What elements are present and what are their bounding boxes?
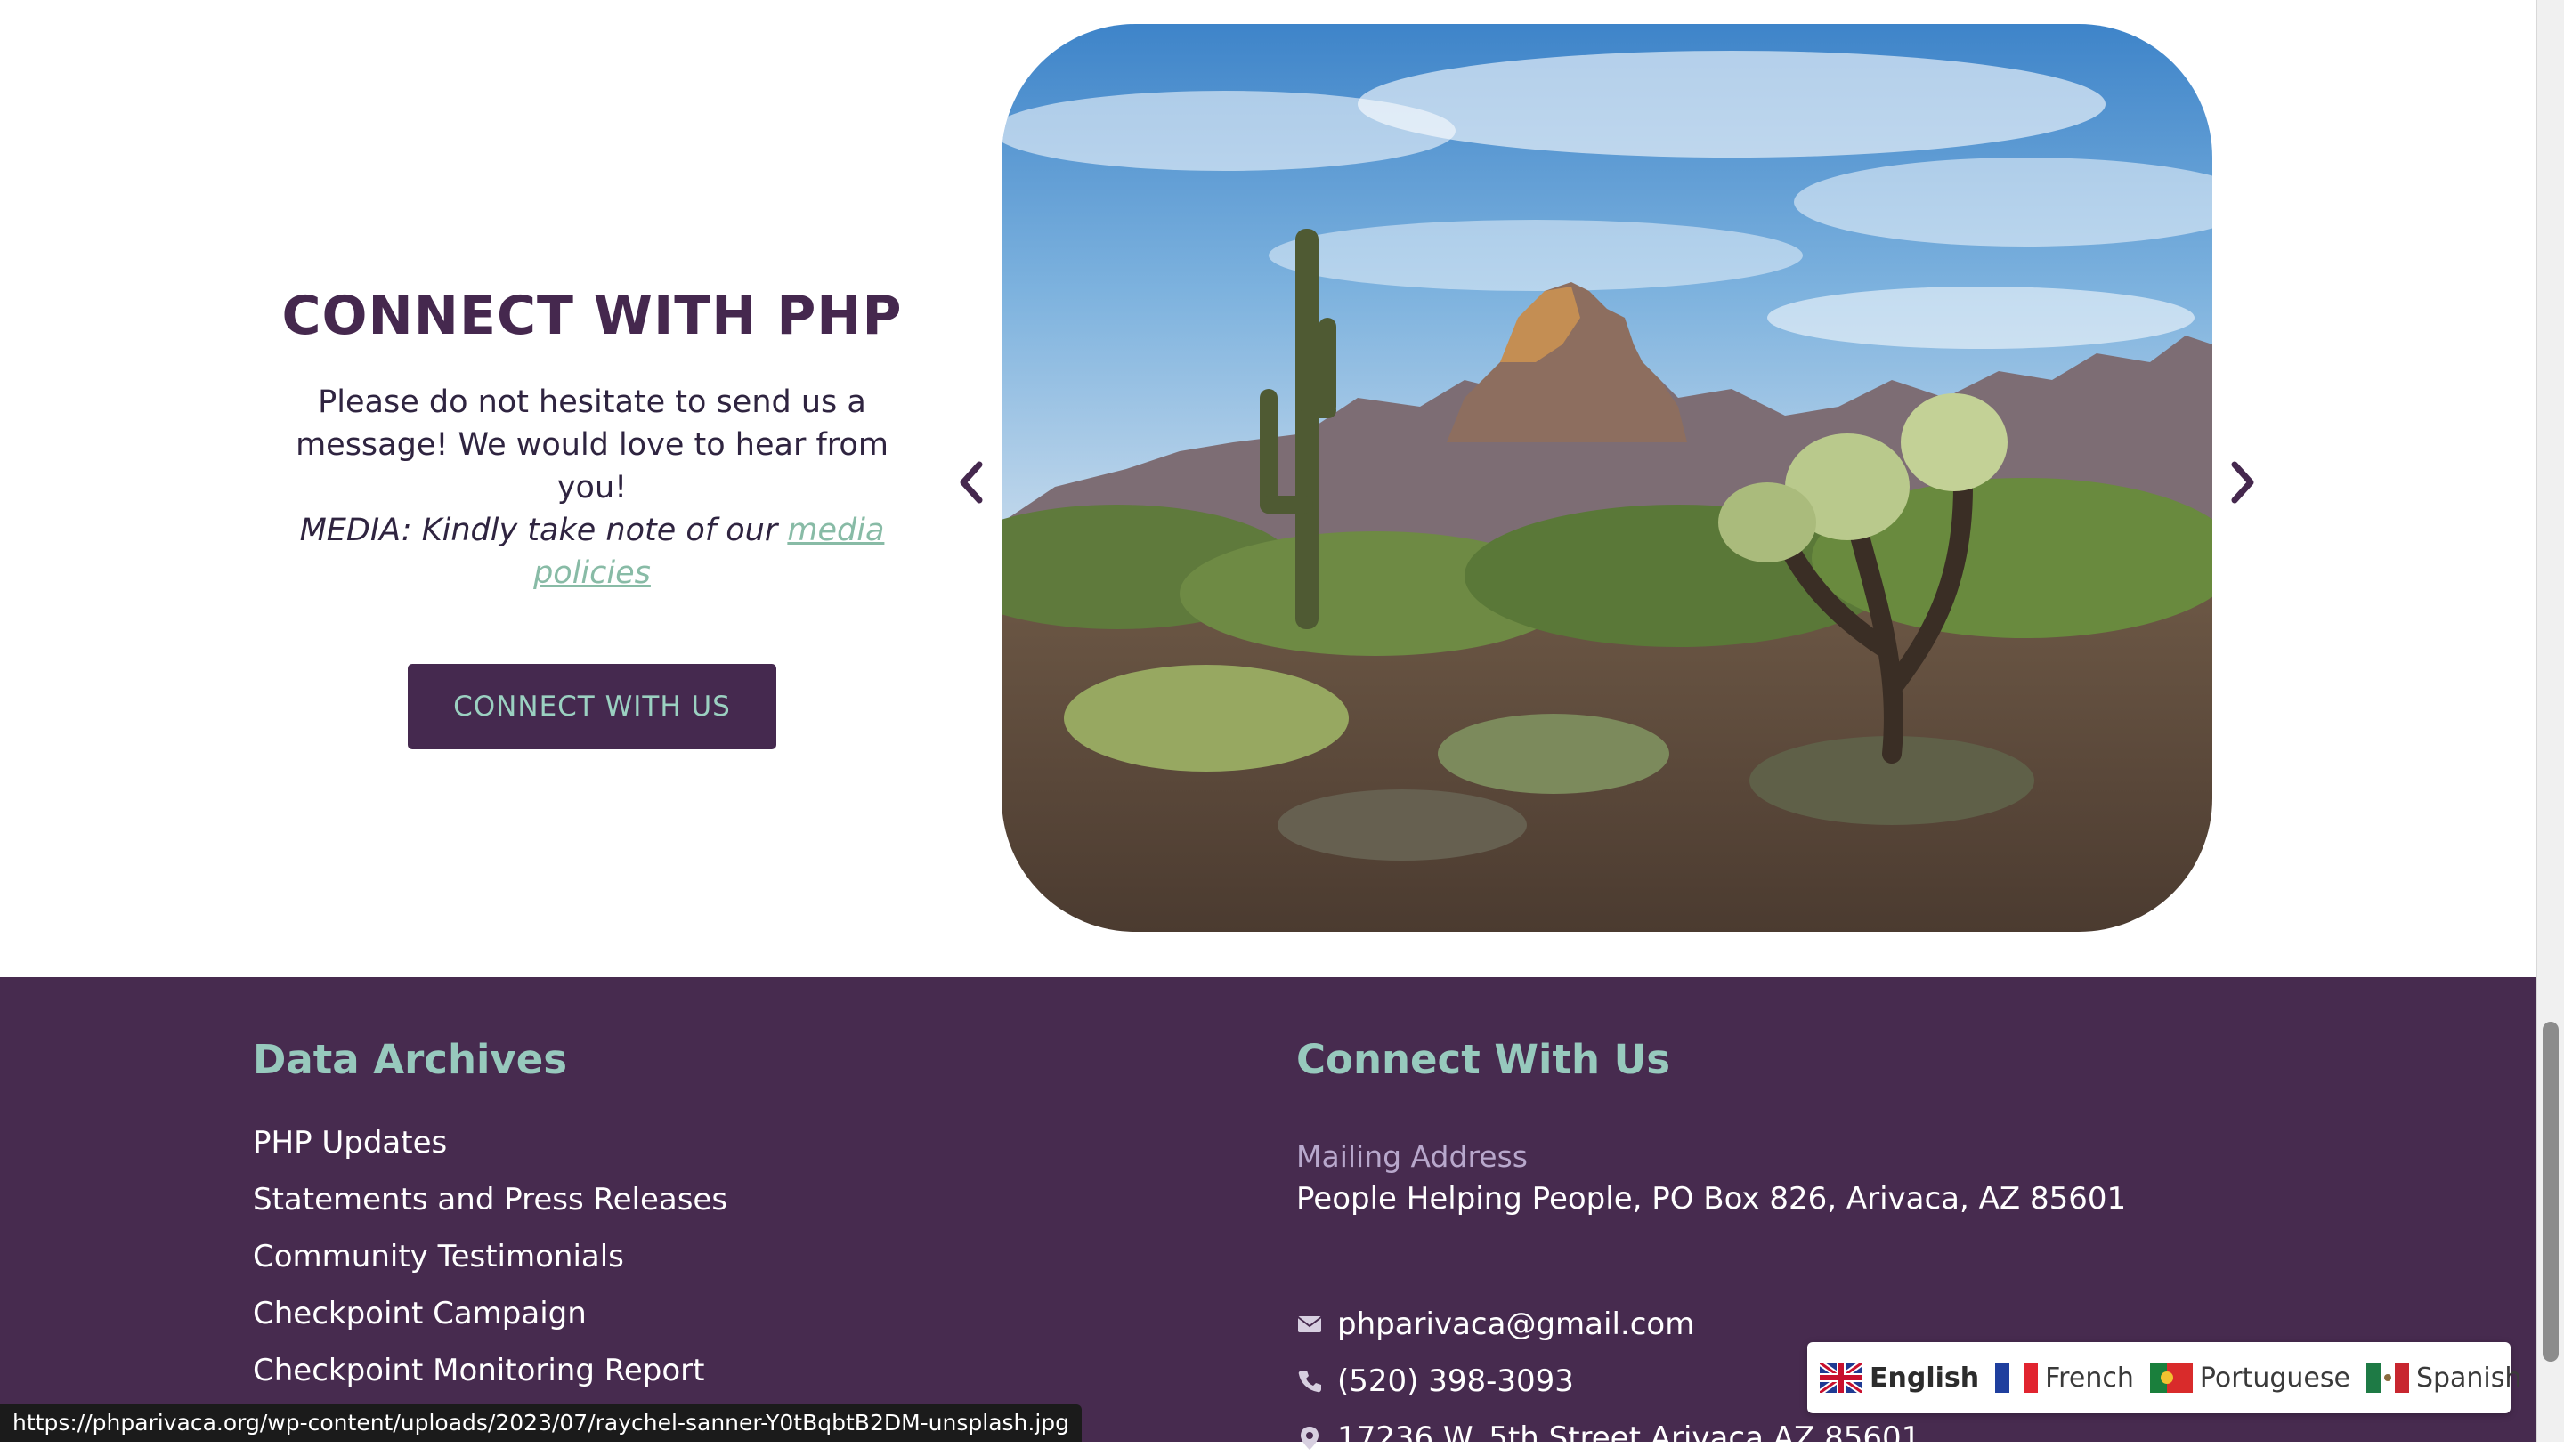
media-prefix: MEDIA: Kindly take note of our bbox=[299, 513, 788, 548]
connect-with-us-button[interactable]: CONNECT WITH US bbox=[408, 664, 776, 749]
footer-link-php-updates[interactable]: PHP Updates bbox=[253, 1120, 727, 1177]
desert-landscape-image bbox=[1002, 24, 2212, 932]
lang-english[interactable]: English bbox=[1820, 1363, 1979, 1394]
address-text: 17236 W. 5th Street Arivaca AZ 85601 bbox=[1337, 1420, 1921, 1456]
phone-text[interactable]: (520) 398-3093 bbox=[1337, 1363, 1574, 1399]
portugal-flag-icon bbox=[2149, 1363, 2193, 1393]
language-switcher: English French Portuguese Spanish bbox=[1807, 1342, 2521, 1413]
connect-text: Please do not hesitate to send us a mess… bbox=[267, 381, 917, 595]
email-text[interactable]: phparivaca@gmail.com bbox=[1337, 1306, 1694, 1342]
uk-flag-icon bbox=[1820, 1363, 1862, 1393]
connect-with-us-title: Connect With Us bbox=[1296, 1036, 1670, 1083]
mexico-flag-icon bbox=[2365, 1363, 2409, 1393]
lang-portuguese-label: Portuguese bbox=[2199, 1362, 2350, 1394]
media-note: MEDIA: Kindly take note of our media pol… bbox=[267, 509, 917, 595]
connect-block: CONNECT WITH PHP Please do not hesitate … bbox=[267, 285, 917, 749]
lang-english-label: English bbox=[1870, 1362, 1980, 1394]
lang-spanish-label: Spanish bbox=[2415, 1362, 2522, 1394]
lang-french[interactable]: French bbox=[1995, 1363, 2134, 1394]
archives-links: PHP Updates Statements and Press Release… bbox=[253, 1120, 727, 1404]
connect-text-line1: Please do not hesitate to send us a bbox=[318, 384, 866, 420]
footer-link-monitoring-report[interactable]: Checkpoint Monitoring Report bbox=[253, 1347, 727, 1404]
phone-row[interactable]: (520) 398-3093 bbox=[1296, 1363, 1574, 1399]
carousel-prev-button[interactable] bbox=[953, 456, 988, 509]
footer-link-statements[interactable]: Statements and Press Releases bbox=[253, 1177, 727, 1234]
mailing-address-label: Mailing Address bbox=[1296, 1139, 1528, 1174]
data-archives-title: Data Archives bbox=[253, 1036, 568, 1083]
lang-french-label: French bbox=[2045, 1362, 2134, 1394]
carousel-image bbox=[1002, 24, 2212, 932]
footer-link-testimonials[interactable]: Community Testimonials bbox=[253, 1234, 727, 1290]
connect-title: CONNECT WITH PHP bbox=[281, 285, 903, 347]
link-status-bar: https://phparivaca.org/wp-content/upload… bbox=[0, 1404, 1083, 1442]
chevron-right-icon bbox=[2231, 461, 2254, 504]
mailing-address-value: People Helping People, PO Box 826, Ariva… bbox=[1296, 1181, 2127, 1217]
phone-icon bbox=[1298, 1371, 1321, 1393]
email-row[interactable]: phparivaca@gmail.com bbox=[1296, 1306, 1694, 1342]
address-row: 17236 W. 5th Street Arivaca AZ 85601 bbox=[1296, 1420, 1920, 1456]
scrollbar-thumb[interactable] bbox=[2543, 1022, 2559, 1362]
footer-link-checkpoint-campaign[interactable]: Checkpoint Campaign bbox=[253, 1290, 727, 1347]
chevron-left-icon bbox=[960, 461, 983, 504]
lang-spanish[interactable]: Spanish bbox=[2365, 1362, 2522, 1394]
envelope-icon bbox=[1297, 1316, 1322, 1332]
map-pin-icon bbox=[1301, 1427, 1319, 1450]
page-scrollbar[interactable] bbox=[2536, 0, 2564, 1442]
carousel-next-button[interactable] bbox=[2226, 456, 2261, 509]
connect-section: CONNECT WITH PHP Please do not hesitate … bbox=[0, 0, 2537, 977]
lang-portuguese[interactable]: Portuguese bbox=[2149, 1362, 2350, 1394]
france-flag-icon bbox=[1995, 1363, 2039, 1393]
connect-text-line2: message! We would love to hear from you! bbox=[296, 427, 888, 506]
